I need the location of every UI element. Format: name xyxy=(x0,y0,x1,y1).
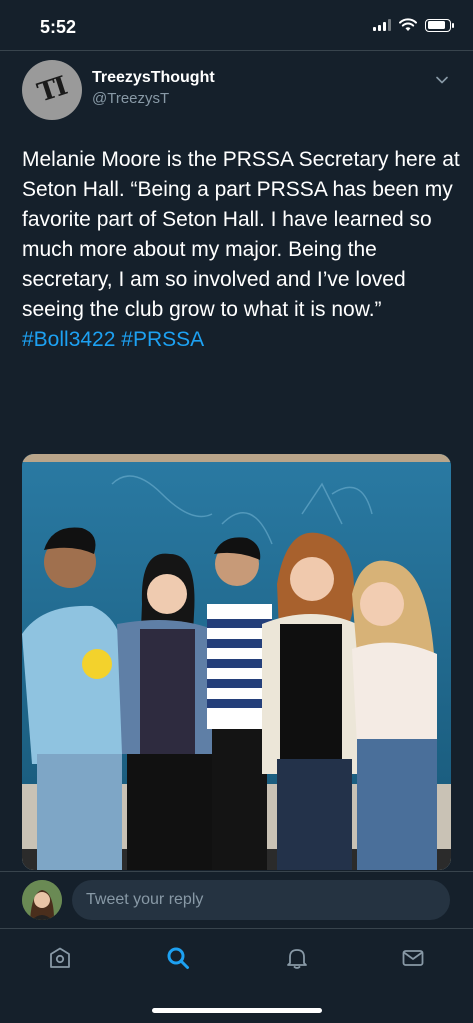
battery-icon xyxy=(425,18,454,32)
header-divider xyxy=(0,50,473,51)
status-time: 5:52 xyxy=(40,17,77,37)
reply-input[interactable] xyxy=(72,880,450,920)
status-icons xyxy=(373,18,454,32)
wifi-icon xyxy=(399,18,417,31)
user-handle[interactable]: @TreezysT xyxy=(92,90,169,107)
tweet-header: TI TreezysThought @TreezysT xyxy=(22,60,452,120)
status-bar: 5:52 xyxy=(0,0,473,50)
tab-messages[interactable] xyxy=(398,943,428,973)
home-icon xyxy=(50,947,70,968)
tweet-text: Melanie Moore is the PRSSA Secretary her… xyxy=(22,145,462,355)
tab-notifications[interactable] xyxy=(282,943,312,973)
avatar-logo-text: TI xyxy=(34,71,70,109)
search-icon xyxy=(167,947,189,969)
home-indicator[interactable] xyxy=(152,1008,322,1013)
bell-icon xyxy=(287,949,307,969)
hashtag-link[interactable]: #PRSSA xyxy=(121,328,204,351)
user-avatar[interactable]: TI xyxy=(22,60,82,120)
tweet-photo[interactable] xyxy=(22,454,451,870)
chevron-down-icon[interactable] xyxy=(436,74,448,86)
tab-home[interactable] xyxy=(45,943,75,973)
reply-bar xyxy=(0,872,473,928)
mail-icon xyxy=(402,950,424,966)
user-display-name[interactable]: TreezysThought xyxy=(92,69,215,87)
cellular-signal-icon xyxy=(373,19,391,31)
group-photo-image xyxy=(22,454,451,870)
tab-search[interactable] xyxy=(163,943,193,973)
hashtag-link[interactable]: #Boll3422 xyxy=(22,328,115,351)
reply-user-avatar xyxy=(22,880,62,920)
tweet-body: Melanie Moore is the PRSSA Secretary her… xyxy=(22,148,460,321)
battery-level xyxy=(427,21,446,29)
